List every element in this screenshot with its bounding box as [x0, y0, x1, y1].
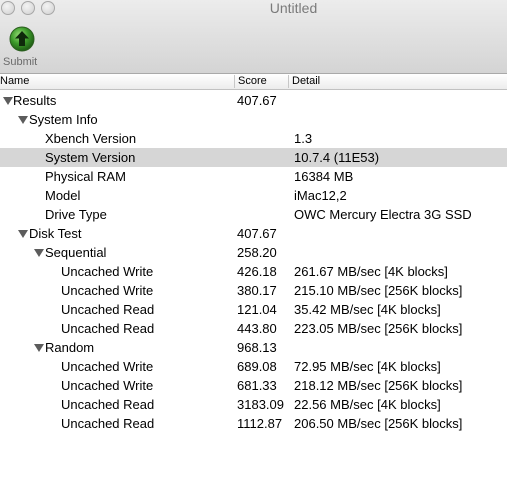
row-detail: OWC Mercury Electra 3G SSD [294, 207, 472, 222]
row-score: 443.80 [237, 321, 277, 336]
row-name: Uncached Write [61, 283, 154, 298]
row-name: Physical RAM [45, 169, 126, 184]
table-header: Name Score Detail [0, 74, 507, 90]
outline-row[interactable]: Drive Type OWC Mercury Electra 3G SSD [0, 205, 507, 224]
row-name: Xbench Version [45, 131, 137, 146]
outline-row[interactable]: Sequential 258.20 [0, 243, 507, 262]
submit-label: Submit [3, 56, 38, 68]
row-name: Uncached Read [61, 416, 155, 431]
column-header-detail[interactable]: Detail [292, 74, 320, 89]
outline-row[interactable]: Xbench Version 1.3 [0, 129, 507, 148]
row-detail: 218.12 MB/sec [256K blocks] [294, 378, 463, 393]
row-score: 121.04 [237, 302, 277, 317]
outline-row[interactable]: Uncached Read 3183.09 22.56 MB/sec [4K blo… [0, 395, 507, 414]
title-bar: Untitled Submit [0, 0, 507, 74]
upload-arrow-icon [9, 26, 35, 52]
row-name: Uncached Write [61, 264, 154, 279]
row-name: Drive Type [45, 207, 107, 222]
row-name: Random [45, 340, 95, 355]
row-name: Sequential [45, 245, 107, 260]
row-name: Uncached Read [61, 302, 155, 317]
row-detail: 35.42 MB/sec [4K blocks] [294, 302, 441, 317]
row-name: Disk Test [29, 226, 82, 241]
row-detail: 16384 MB [294, 169, 354, 184]
row-score: 3183.09 [237, 397, 284, 412]
row-name: Results [13, 93, 57, 108]
row-score: 258.20 [237, 245, 277, 260]
disclosure-triangle-icon[interactable] [3, 97, 13, 105]
column-header-score[interactable]: Score [238, 74, 267, 89]
outline-row[interactable]: Results 407.67 [0, 91, 507, 110]
row-detail: 1.3 [294, 131, 313, 146]
submit-button[interactable]: Submit [3, 24, 43, 70]
outline-row[interactable]: System Version 10.7.4 (11E53) [0, 148, 507, 167]
row-name: Uncached Read [61, 321, 155, 336]
window-title: Untitled [269, 0, 318, 16]
row-detail: iMac12,2 [294, 188, 347, 203]
row-name: Uncached Write [61, 378, 154, 393]
column-divider[interactable] [288, 75, 289, 88]
row-detail: 206.50 MB/sec [256K blocks] [294, 416, 463, 431]
row-detail: 22.56 MB/sec [4K blocks] [294, 397, 441, 412]
row-name: System Version [45, 150, 136, 165]
results-outline: Results 407.67 System Info Xbench Version 1.… [0, 91, 507, 433]
outline-row[interactable]: Uncached Write 426.18 261.67 MB/sec [4K bl… [0, 262, 507, 281]
row-name: Uncached Read [61, 397, 155, 412]
row-name: System Info [29, 112, 98, 127]
outline-row[interactable]: System Info [0, 110, 507, 129]
outline-row[interactable]: Physical RAM 16384 MB [0, 167, 507, 186]
outline-row[interactable]: Disk Test 407.67 [0, 224, 507, 243]
column-divider[interactable] [234, 75, 235, 88]
outline-row[interactable]: Uncached Read 443.80 223.05 MB/sec [256K b… [0, 319, 507, 338]
outline-row[interactable]: Model iMac12,2 [0, 186, 507, 205]
outline-row[interactable]: Uncached Read 1112.87 206.50 MB/sec [256K … [0, 414, 507, 433]
row-detail: 72.95 MB/sec [4K blocks] [294, 359, 441, 374]
disclosure-triangle-icon[interactable] [18, 230, 28, 238]
row-name: Model [45, 188, 81, 203]
row-score: 407.67 [237, 226, 277, 241]
row-score: 426.18 [237, 264, 277, 279]
row-score: 407.67 [237, 93, 277, 108]
row-score: 681.33 [237, 378, 277, 393]
row-detail: 261.67 MB/sec [4K blocks] [294, 264, 448, 279]
row-score: 380.17 [237, 283, 277, 298]
disclosure-triangle-icon[interactable] [34, 249, 44, 257]
row-score: 968.13 [237, 340, 277, 355]
column-header-name[interactable]: Name [0, 74, 29, 89]
outline-row[interactable]: Random 968.13 [0, 338, 507, 357]
outline-row[interactable]: Uncached Write 689.08 72.95 MB/sec [4K blo… [0, 357, 507, 376]
outline-row[interactable]: Uncached Write 380.17 215.10 MB/sec [256K … [0, 281, 507, 300]
outline-row[interactable]: Uncached Write 681.33 218.12 MB/sec [256K … [0, 376, 507, 395]
row-detail: 10.7.4 (11E53) [294, 150, 380, 165]
row-score: 689.08 [237, 359, 277, 374]
row-score: 1112.87 [237, 416, 283, 431]
row-detail: 215.10 MB/sec [256K blocks] [294, 283, 463, 298]
row-detail: 223.05 MB/sec [256K blocks] [294, 321, 463, 336]
disclosure-triangle-icon[interactable] [34, 344, 44, 352]
outline-row[interactable]: Uncached Read 121.04 35.42 MB/sec [4K bloc… [0, 300, 507, 319]
disclosure-triangle-icon[interactable] [18, 116, 28, 124]
row-name: Uncached Write [61, 359, 154, 374]
